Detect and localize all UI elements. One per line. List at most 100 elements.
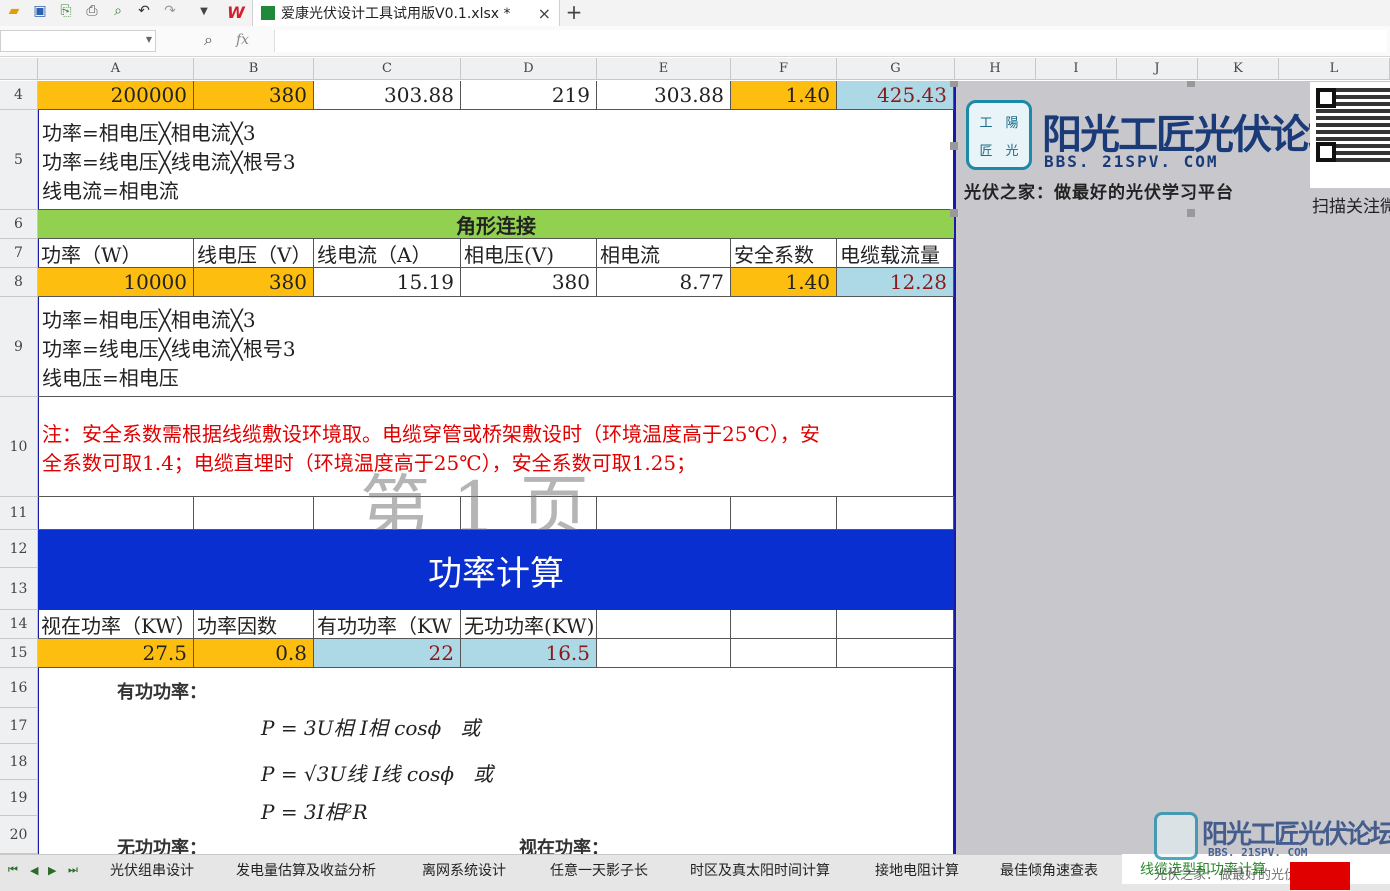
- column-header-b[interactable]: B: [194, 58, 314, 80]
- cell-g11[interactable]: [837, 497, 954, 530]
- cell-f7[interactable]: 安全系数: [731, 239, 837, 268]
- cell-a14[interactable]: 视在功率（KW）: [38, 610, 194, 639]
- cell-a8[interactable]: 10000: [38, 268, 194, 297]
- sheet-tab-grounding[interactable]: 接地电阻计算: [875, 856, 959, 884]
- cell-g4[interactable]: 425.43: [837, 81, 954, 110]
- sheet-tab-offgrid[interactable]: 离网系统设计: [422, 856, 506, 884]
- cell-b7[interactable]: 线电压（V）: [194, 239, 314, 268]
- row-header-6[interactable]: 6: [0, 210, 38, 239]
- row-header-15[interactable]: 15: [0, 639, 38, 668]
- cell-f8[interactable]: 1.40: [731, 268, 837, 297]
- new-tab-button[interactable]: +: [562, 0, 586, 24]
- name-box[interactable]: ▼: [0, 30, 156, 52]
- zoom-icon[interactable]: ⌕: [204, 30, 213, 50]
- prev-sheet-icon[interactable]: ◀: [30, 856, 38, 884]
- row-header-20[interactable]: 20: [0, 816, 38, 854]
- sheet-tab-string-design[interactable]: 光伏组串设计: [110, 856, 194, 884]
- power-calc-header[interactable]: 功率计算: [38, 530, 954, 610]
- cell-f11[interactable]: [731, 497, 837, 530]
- last-sheet-icon[interactable]: ⏭: [68, 856, 78, 884]
- cell-d14[interactable]: 无功功率(KW): [461, 610, 597, 639]
- next-sheet-icon[interactable]: ▶: [48, 856, 56, 884]
- export-icon[interactable]: ⎘: [56, 0, 76, 22]
- sheet-tab-tilt[interactable]: 最佳倾角速查表: [1000, 856, 1098, 884]
- column-header-g[interactable]: G: [837, 58, 955, 80]
- open-folder-icon[interactable]: ▰: [4, 0, 24, 22]
- cell-e14[interactable]: [597, 610, 731, 639]
- column-header-a[interactable]: A: [38, 58, 194, 80]
- sheet-tab-timezone[interactable]: 时区及真太阳时间计算: [690, 856, 830, 884]
- cell-a5-merged[interactable]: 功率=相电压╳相电流╳3 功率=线电压╳线电流╳根号3 线电流=相电流: [38, 110, 954, 210]
- fx-icon[interactable]: fx: [236, 32, 249, 48]
- select-all-corner[interactable]: [0, 58, 38, 80]
- cell-g8[interactable]: 12.28: [837, 268, 954, 297]
- resize-handle[interactable]: [950, 142, 958, 150]
- cell-e4[interactable]: 303.88: [597, 81, 731, 110]
- cell-e7[interactable]: 相电流: [597, 239, 731, 268]
- cell-b8[interactable]: 380: [194, 268, 314, 297]
- column-header-k[interactable]: K: [1198, 58, 1279, 80]
- cell-d4[interactable]: 219: [461, 81, 597, 110]
- cell-e15[interactable]: [597, 639, 731, 668]
- cell-a9-merged[interactable]: 功率=相电压╳相电流╳3 功率=线电压╳线电流╳根号3 线电压=相电压: [38, 297, 954, 397]
- row-header-16[interactable]: 16: [0, 668, 38, 708]
- column-header-l[interactable]: L: [1279, 58, 1390, 80]
- cell-a4[interactable]: 200000: [38, 81, 194, 110]
- print-preview-icon[interactable]: ⌕: [108, 0, 128, 22]
- resize-handle[interactable]: [950, 209, 958, 217]
- close-icon[interactable]: ×: [538, 4, 551, 23]
- cell-f14[interactable]: [731, 610, 837, 639]
- row-header-18[interactable]: 18: [0, 744, 38, 780]
- cell-a15[interactable]: 27.5: [38, 639, 194, 668]
- cell-e11[interactable]: [597, 497, 731, 530]
- row-header-10[interactable]: 10: [0, 397, 38, 497]
- column-header-e[interactable]: E: [597, 58, 731, 80]
- cell-d7[interactable]: 相电压(V): [461, 239, 597, 268]
- qr-code-image[interactable]: [1310, 82, 1390, 188]
- row-header-12[interactable]: 12: [0, 530, 38, 568]
- cell-e8[interactable]: 8.77: [597, 268, 731, 297]
- row-header-19[interactable]: 19: [0, 780, 38, 816]
- cell-d15[interactable]: 16.5: [461, 639, 597, 668]
- row-header-5[interactable]: 5: [0, 110, 38, 210]
- cell-c8[interactable]: 15.19: [314, 268, 461, 297]
- cell-b15[interactable]: 0.8: [194, 639, 314, 668]
- row-header-4[interactable]: 4: [0, 81, 38, 110]
- sheet-tab-shadow[interactable]: 任意一天影子长: [550, 856, 648, 884]
- column-header-h[interactable]: H: [955, 58, 1036, 80]
- undo-icon[interactable]: ↶: [134, 0, 154, 22]
- cell-c14[interactable]: 有功功率（KW: [314, 610, 461, 639]
- print-icon[interactable]: ⎙: [82, 0, 102, 22]
- cell-f4[interactable]: 1.40: [731, 81, 837, 110]
- resize-handle[interactable]: [1187, 209, 1195, 217]
- row-header-7[interactable]: 7: [0, 239, 38, 268]
- row-header-8[interactable]: 8: [0, 268, 38, 297]
- row-header-14[interactable]: 14: [0, 610, 38, 639]
- cell-f15[interactable]: [731, 639, 837, 668]
- row-header-13[interactable]: 13: [0, 568, 38, 610]
- row-header-11[interactable]: 11: [0, 497, 38, 530]
- sheet-tab-generation[interactable]: 发电量估算及收益分析: [236, 856, 376, 884]
- cell-g14[interactable]: [837, 610, 954, 639]
- wps-home-tab[interactable]: W: [220, 0, 252, 24]
- formula-image[interactable]: 有功功率： P = 3U相 I相 cosϕ 或 P = √3U线 I线 cosϕ…: [39, 668, 953, 859]
- cell-b14[interactable]: 功率因数: [194, 610, 314, 639]
- column-header-i[interactable]: I: [1036, 58, 1117, 80]
- section-header-delta[interactable]: 角形连接: [38, 210, 954, 239]
- cell-a7[interactable]: 功率（W）: [38, 239, 194, 268]
- column-header-c[interactable]: C: [314, 58, 461, 80]
- first-sheet-icon[interactable]: ⏮: [8, 856, 18, 884]
- formula-input[interactable]: [274, 30, 1387, 52]
- cell-d8[interactable]: 380: [461, 268, 597, 297]
- save-icon[interactable]: ▣: [30, 0, 50, 22]
- resize-handle[interactable]: [950, 81, 958, 87]
- column-header-d[interactable]: D: [461, 58, 597, 80]
- chevron-down-icon[interactable]: ▼: [146, 35, 152, 44]
- cell-b11[interactable]: [194, 497, 314, 530]
- row-header-9[interactable]: 9: [0, 297, 38, 397]
- cell-g15[interactable]: [837, 639, 954, 668]
- row-header-17[interactable]: 17: [0, 708, 38, 744]
- redo-icon[interactable]: ↷: [160, 0, 180, 22]
- cell-c15[interactable]: 22: [314, 639, 461, 668]
- column-header-f[interactable]: F: [731, 58, 837, 80]
